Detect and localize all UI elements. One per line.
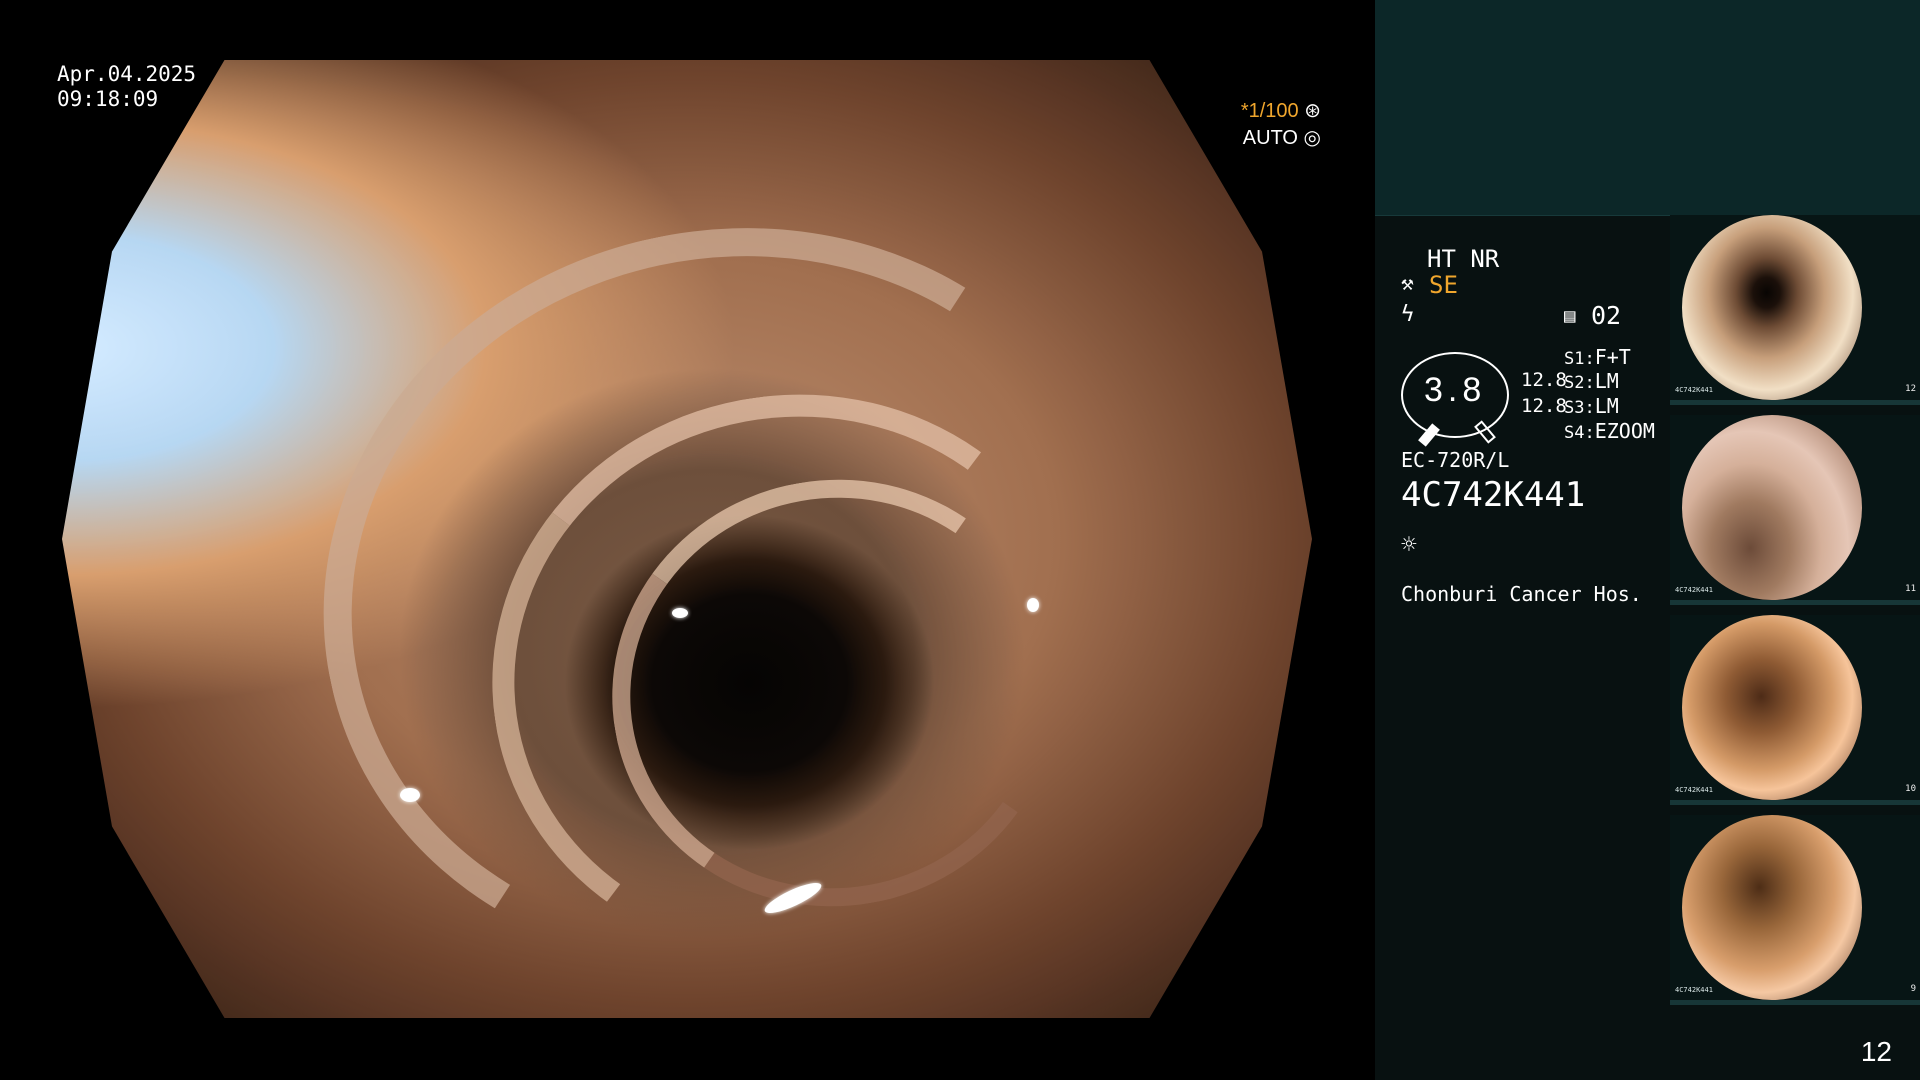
date-text: Apr.04.2025: [57, 62, 197, 86]
thumbnail-item[interactable]: 4C742K441 10: [1670, 615, 1920, 805]
shutter-speed: *1/100: [1240, 100, 1299, 122]
setting-s4: S4:EZOOM: [1564, 419, 1655, 443]
thumbnail-image[interactable]: [1682, 215, 1862, 400]
thumbnail-image[interactable]: [1682, 415, 1862, 600]
settings-icon: ▤: [1564, 305, 1576, 327]
auto-mode: AUTO: [1242, 127, 1298, 149]
time-text: 09:18:09: [57, 87, 159, 111]
endoscope-image: [62, 60, 1312, 1018]
thumbnail-image[interactable]: [1682, 615, 1862, 800]
top-header-panel: [1375, 0, 1920, 216]
value-2: 12.8: [1521, 395, 1567, 417]
thumbnail-id: 4C742K441: [1675, 386, 1713, 394]
location-text: Chonburi Cancer Hos.: [1401, 582, 1642, 606]
scope-id: 4C742K441: [1401, 475, 1586, 515]
value-1: 12.8: [1521, 369, 1567, 391]
thumbnail-number: 9: [1910, 984, 1916, 994]
exposure-display: *1/100 ⊛ AUTO ◎: [1241, 98, 1321, 152]
light-reflection: [1027, 598, 1039, 612]
thumbnail-number: 11: [1905, 584, 1916, 594]
thumbnail-number: 10: [1905, 784, 1916, 794]
setting-s3: S3:LM: [1564, 394, 1619, 418]
thumbnail-image[interactable]: [1682, 815, 1862, 1000]
page-number: 12: [1860, 1036, 1892, 1067]
shutter-icon: ⊛: [1304, 100, 1321, 122]
zoom-value: 3.8: [1424, 371, 1487, 409]
light-reflection: [400, 788, 420, 802]
main-endoscope-view: Apr.04.2025 09:18:09 *1/100 ⊛ AUTO ◎: [0, 0, 1375, 1080]
se-label: SE: [1429, 271, 1458, 299]
light-reflection: [672, 608, 688, 618]
thumbnail-item[interactable]: 4C742K441 11: [1670, 415, 1920, 605]
thumbnail-item[interactable]: 4C742K441 9: [1670, 815, 1920, 1005]
zoom-left-marker: [1418, 423, 1440, 447]
thumbnail-item[interactable]: 4C742K441 12: [1670, 215, 1920, 405]
wrench-icon: ⚒: [1401, 271, 1414, 295]
setting-s2: S2:LM: [1564, 369, 1619, 393]
zoom-right-marker: [1474, 420, 1496, 444]
zoom-indicator: 3.8: [1401, 352, 1509, 447]
side-panel: HT NR ⚒ SE ϟ ▤ 02 3.8 12.8 12.8 S1:F+T S…: [1375, 0, 1920, 1080]
thumbnail-list[interactable]: 4C742K441 12 4C742K441 11 4C742K441 10 4…: [1670, 215, 1920, 1015]
target-icon: ◎: [1303, 127, 1321, 149]
setting-s1: S1:F+T: [1564, 345, 1631, 369]
scope-model: EC-720R/L: [1401, 448, 1510, 472]
thumbnail-id: 4C742K441: [1675, 786, 1713, 794]
datetime-display: Apr.04.2025 09:18:09: [57, 62, 196, 112]
thumbnail-id: 4C742K441: [1675, 986, 1713, 994]
mark-text: 02: [1591, 301, 1622, 330]
thumbnail-id: 4C742K441: [1675, 586, 1713, 594]
thumbnail-number: 12: [1905, 384, 1916, 394]
ht-nr-label: HT NR: [1427, 245, 1500, 273]
light-icon: ☼: [1401, 530, 1417, 560]
flash-icon: ϟ: [1401, 302, 1415, 327]
